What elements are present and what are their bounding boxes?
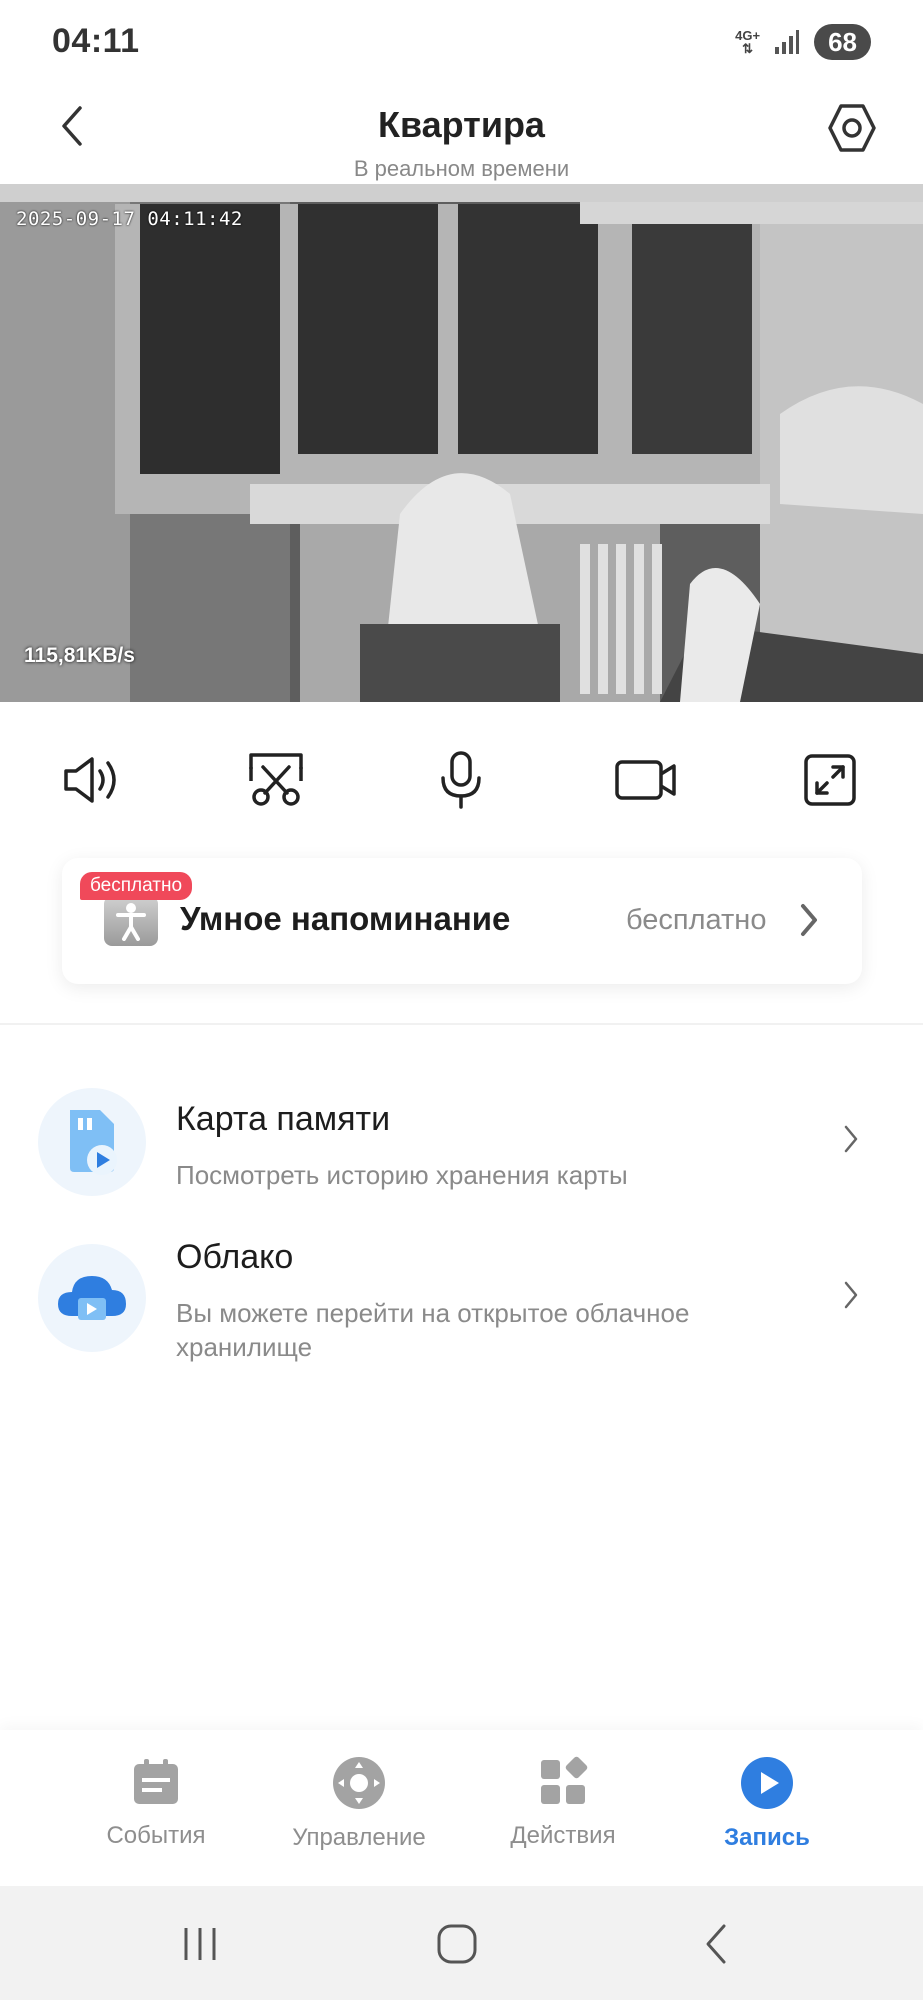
section-divider — [0, 1023, 923, 1025]
recent-apps-button[interactable] — [160, 1912, 240, 1976]
record-button[interactable] — [606, 740, 686, 820]
screenshot-button[interactable] — [236, 740, 316, 820]
person-icon — [104, 896, 158, 946]
cloud-play-icon — [38, 1244, 146, 1352]
nav-item-control[interactable]: Управление — [259, 1756, 459, 1852]
chevron-right-icon — [842, 1280, 860, 1315]
play-circle-icon — [741, 1757, 793, 1809]
camera-scene-image — [0, 184, 923, 702]
free-badge: бесплатно — [80, 872, 193, 900]
nav-item-actions[interactable]: Действия — [463, 1756, 663, 1850]
speaker-icon — [64, 757, 116, 803]
video-timestamp: 2025-09-17 04:11:42 — [16, 208, 243, 230]
events-icon — [134, 1759, 178, 1804]
nav-label-record: Запись — [724, 1824, 810, 1851]
status-icons: 4G+ ⇅ 68 — [735, 22, 871, 62]
nav-item-record[interactable]: Запись — [667, 1756, 867, 1852]
video-bitrate: 115,81KB/s — [24, 644, 135, 667]
memory-card-title: Карта памяти — [176, 1100, 391, 1138]
cloud-description: Вы можете перейти на открытое облачное х… — [176, 1298, 690, 1362]
control-dpad-icon — [333, 1757, 385, 1809]
sd-card-play-icon — [38, 1088, 146, 1196]
microphone-icon — [441, 751, 481, 809]
cloud-title: Облако — [176, 1238, 294, 1276]
memory-card-description: Посмотреть историю хранения карты — [176, 1160, 628, 1190]
system-back-button[interactable] — [676, 1912, 756, 1976]
nav-label-actions: Действия — [510, 1822, 616, 1849]
signal-icon — [775, 30, 800, 54]
screenshot-scissors-icon — [249, 753, 303, 806]
nav-label-events: События — [106, 1822, 206, 1849]
microphone-button[interactable] — [421, 740, 501, 820]
home-button[interactable] — [417, 1912, 497, 1976]
chevron-right-icon — [798, 902, 820, 943]
record-video-icon — [615, 760, 676, 800]
speaker-button[interactable] — [52, 740, 132, 820]
battery-indicator: 68 — [814, 24, 871, 60]
back-arrow-icon — [706, 1924, 726, 1964]
nav-item-events[interactable]: События — [56, 1756, 256, 1850]
nav-label-control: Управление — [292, 1824, 426, 1851]
chevron-right-icon — [842, 1124, 860, 1159]
recent-apps-icon — [184, 1928, 216, 1960]
fullscreen-icon — [804, 754, 856, 806]
camera-live-view[interactable] — [0, 184, 923, 702]
smart-reminder-value: бесплатно — [626, 904, 767, 936]
actions-grid-icon — [541, 1756, 588, 1804]
home-icon — [437, 1924, 477, 1964]
hexagon-settings-icon — [828, 104, 876, 152]
page-subtitle: В реальном времени — [353, 156, 570, 181]
smart-reminder-title: Умное напоминание — [180, 900, 511, 937]
status-time: 04:11 — [52, 22, 140, 60]
page-title: Квартира — [378, 104, 545, 145]
settings-button[interactable] — [824, 100, 880, 156]
network-indicator: 4G+ ⇅ — [735, 29, 760, 55]
fullscreen-button[interactable] — [790, 740, 870, 820]
data-arrows-icon: ⇅ — [742, 41, 754, 56]
